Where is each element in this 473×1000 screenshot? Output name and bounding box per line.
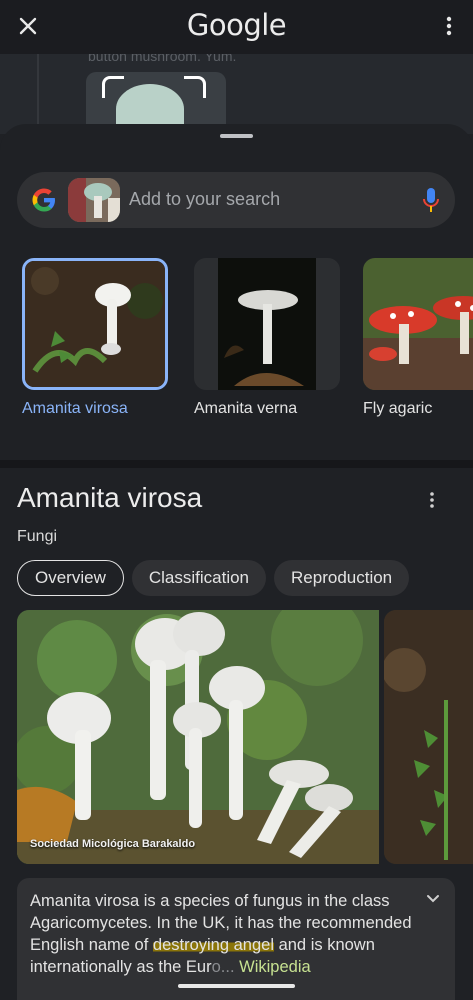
mic-icon[interactable] <box>421 186 441 214</box>
results-sheet: Add to your search Amanita virosa Amanit… <box>0 124 473 1000</box>
match-image <box>194 258 340 390</box>
match-image <box>363 258 473 390</box>
match-label: Amanita verna <box>194 400 298 417</box>
chevron-down-icon[interactable] <box>425 890 441 906</box>
app-title: Google <box>186 8 287 42</box>
gesture-nav-bar[interactable] <box>178 984 295 988</box>
match-image <box>22 258 168 390</box>
panel-photo[interactable]: Sociedad Micológica Barakaldo <box>17 610 379 864</box>
search-image-thumbnail[interactable] <box>68 178 120 222</box>
more-options-button[interactable] <box>439 12 459 40</box>
more-vert-icon <box>430 492 434 508</box>
google-g-icon <box>32 188 55 212</box>
preview-divider <box>37 54 39 134</box>
preview-text: button mushroom. Yum. <box>88 54 237 64</box>
match-card-fly-agaric[interactable]: Fly agaric <box>363 258 473 418</box>
mushroom-photo <box>17 610 379 864</box>
search-bar[interactable]: Add to your search <box>17 172 455 228</box>
section-divider <box>0 460 473 468</box>
match-card-amanita-virosa[interactable]: Amanita virosa <box>22 258 168 418</box>
tab-overview[interactable]: Overview <box>17 560 124 596</box>
photo-credit: Sociedad Micológica Barakaldo <box>30 838 196 850</box>
tab-classification[interactable]: Classification <box>131 560 267 596</box>
wikipedia-link[interactable]: Wikipedia <box>239 958 311 976</box>
panel-more-button[interactable] <box>429 490 441 514</box>
panel-subtitle: Fungi <box>17 528 58 545</box>
description-highlight: destroying angel <box>152 936 274 954</box>
panel-description[interactable]: Amanita virosa is a species of fungus in… <box>17 878 455 1000</box>
description-fade: o... <box>211 958 235 976</box>
match-card-amanita-verna[interactable]: Amanita verna <box>194 258 340 418</box>
panel-title: Amanita virosa <box>17 482 203 513</box>
match-label: Fly agaric <box>363 400 433 417</box>
match-label: Amanita virosa <box>22 400 128 417</box>
crop-corner-top-left[interactable] <box>102 76 124 98</box>
mushroom-photo-secondary <box>384 610 473 864</box>
mushroom-thumbnail-icon <box>68 178 120 222</box>
search-input[interactable]: Add to your search <box>129 189 280 210</box>
panel-photo-secondary[interactable] <box>384 610 473 864</box>
crop-corner-top-right[interactable] <box>184 76 206 98</box>
tab-reproduction[interactable]: Reproduction <box>274 560 410 596</box>
panel-tabs: Overview Classification Reproduction <box>17 560 410 596</box>
drag-handle[interactable] <box>220 134 253 138</box>
more-vert-icon <box>446 16 452 36</box>
top-app-bar: Google <box>0 0 473 54</box>
lens-preview: button mushroom. Yum. <box>0 54 473 134</box>
